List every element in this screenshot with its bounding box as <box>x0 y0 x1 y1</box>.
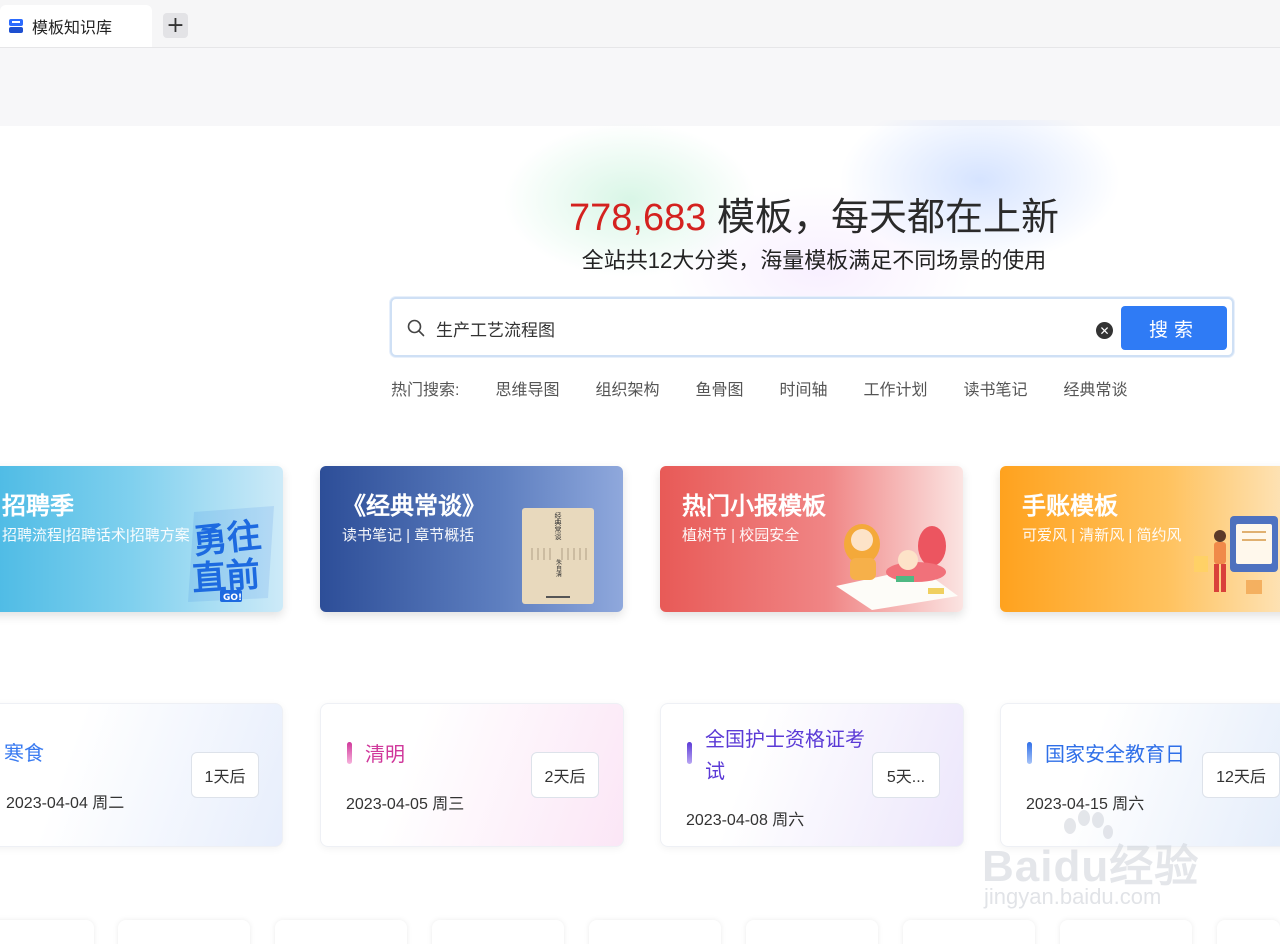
category-card[interactable] <box>432 920 564 944</box>
hot-search-link[interactable]: 组织架构 <box>595 376 659 400</box>
banner-hot-posters[interactable]: 热门小报模板 植树节 | 校园安全 <box>660 466 963 612</box>
event-date: 2023-04-04 周二 <box>6 795 125 812</box>
calendar-card[interactable]: 全国护士资格证考试 2023-04-08 周六 5天... <box>660 703 964 847</box>
svg-text:朱自清: 朱自清 <box>555 558 562 578</box>
hot-search-link[interactable]: 时间轴 <box>780 376 828 400</box>
toolbar-area <box>0 48 1280 126</box>
hot-search-link[interactable]: 工作计划 <box>864 376 928 400</box>
hot-searches-label: 热门搜索: <box>391 382 460 399</box>
kids-drawing-illustration <box>836 524 958 610</box>
hot-search-link[interactable]: 读书笔记 <box>964 376 1028 400</box>
watermark-url: jingyan.baidu.com <box>984 884 1162 909</box>
banner-subtitle: 读书笔记 | 章节概括 <box>342 527 475 544</box>
calendar-card[interactable]: 寒食 2023-04-04 周二 1天后 <box>0 703 283 847</box>
event-date: 2023-04-08 周六 <box>686 812 805 829</box>
event-title: 全国护士资格证考试 <box>705 729 865 783</box>
accent-bar <box>687 742 692 764</box>
event-title: 清明 <box>365 744 405 766</box>
category-card[interactable] <box>1217 920 1280 944</box>
hot-search-link[interactable]: 经典常谈 <box>1064 376 1128 400</box>
banner-subtitle: 植树节 | 校园安全 <box>682 527 800 544</box>
accent-bar <box>1027 742 1032 764</box>
event-title: 国家安全教育日 <box>1045 744 1185 766</box>
category-card[interactable] <box>589 920 721 944</box>
banner-title: 手账模板 <box>1022 493 1118 520</box>
hot-search-link[interactable]: 思维导图 <box>495 376 559 400</box>
search-bar: ✕ 搜索 <box>390 297 1234 357</box>
event-title: 寒食 <box>4 743 44 765</box>
page-subtitle: 全站共12大分类，海量模板满足不同场景的使用 <box>581 248 1047 273</box>
tab-template-library[interactable]: 模板知识库 <box>0 5 152 47</box>
category-card[interactable] <box>903 920 1035 944</box>
template-count: 778,683 <box>569 197 707 239</box>
countdown-badge: 5天... <box>872 752 940 798</box>
category-card[interactable] <box>275 920 407 944</box>
search-button[interactable]: 搜索 <box>1121 306 1227 350</box>
svg-text:GO!: GO! <box>223 593 242 603</box>
banner-journal-templates[interactable]: 手账模板 可爱风 | 清新风 | 简约风 <box>1000 466 1280 612</box>
calendar-card[interactable]: 清明 2023-04-05 周三 2天后 <box>320 703 624 847</box>
countdown-badge: 1天后 <box>191 752 259 798</box>
go-forward-art-icon: 勇往 直前 GO! <box>188 506 274 603</box>
hot-searches: 热门搜索: 思维导图 组织架构 鱼骨图 时间轴 工作计划 读书笔记 经典常谈 <box>391 376 1164 400</box>
hot-search-link[interactable]: 鱼骨图 <box>695 376 743 400</box>
book-cover-icon: 经典常谈 朱自清 <box>522 508 594 604</box>
category-card[interactable] <box>746 920 878 944</box>
banner-title: 招聘季 <box>2 493 74 520</box>
event-date: 2023-04-05 周三 <box>346 796 465 813</box>
new-tab-button[interactable]: + <box>163 13 188 38</box>
category-card[interactable] <box>118 920 250 944</box>
banner-subtitle: 可爱风 | 清新风 | 简约风 <box>1022 527 1182 544</box>
countdown-badge: 2天后 <box>531 752 599 798</box>
countdown-badge: 12天后 <box>1202 752 1280 798</box>
headline-text: 模板，每天都在上新 <box>706 197 1059 239</box>
banner-title: 热门小报模板 <box>682 493 826 520</box>
page-headline: 778,683 模板，每天都在上新 <box>0 186 1280 241</box>
accent-bar <box>347 742 352 764</box>
search-input[interactable] <box>436 316 1036 340</box>
category-card[interactable] <box>1060 920 1192 944</box>
banner-classic-talks[interactable]: 《经典常谈》 读书笔记 | 章节概括 经典常谈 朱自清 <box>320 466 623 612</box>
banner-title: 《经典常谈》 <box>342 493 486 520</box>
baidu-watermark: Baidu经验 jingyan.baidu.com <box>982 808 1222 918</box>
browser-tab-bar: 模板知识库 + <box>0 0 1280 48</box>
svg-text:经典常谈: 经典常谈 <box>554 511 562 541</box>
tab-title: 模板知识库 <box>32 18 113 37</box>
category-card[interactable] <box>0 920 94 944</box>
banner-recruitment[interactable]: 招聘季 招聘流程|招聘话术|招聘方案 勇往 直前 GO! <box>0 466 283 612</box>
search-icon <box>407 319 425 337</box>
clear-icon[interactable]: ✕ <box>1096 322 1113 339</box>
library-icon <box>8 18 24 34</box>
journal-illustration <box>1194 516 1278 594</box>
banner-subtitle: 招聘流程|招聘话术|招聘方案 <box>2 527 190 544</box>
